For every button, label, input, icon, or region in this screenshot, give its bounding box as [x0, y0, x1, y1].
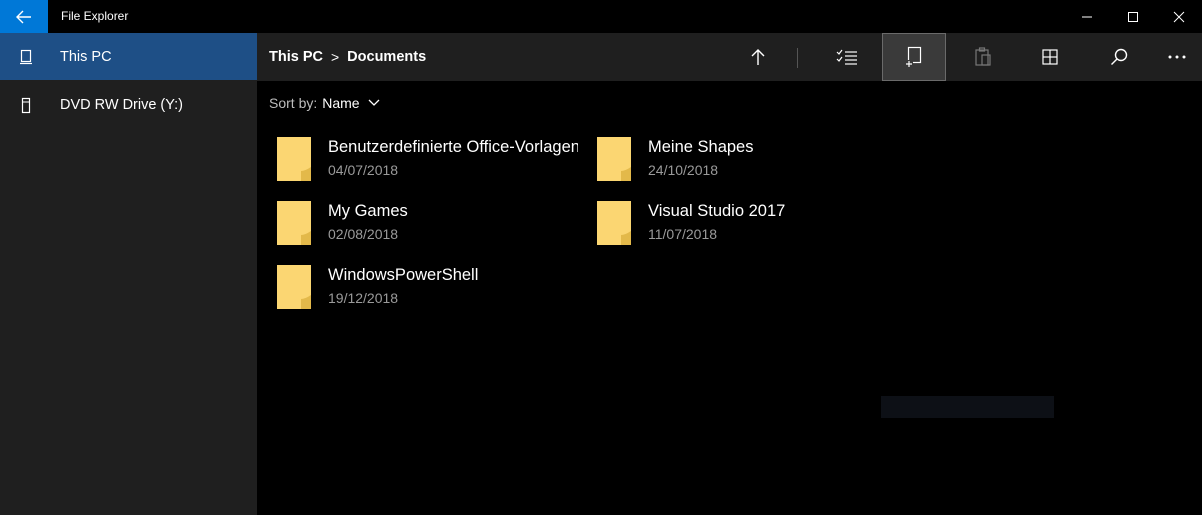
grid-view-icon: [1042, 49, 1058, 65]
view-button[interactable]: [1018, 33, 1082, 81]
toolbar: This PC > Documents: [257, 33, 1202, 81]
back-button[interactable]: [0, 0, 48, 33]
file-name: Meine Shapes: [648, 138, 754, 156]
breadcrumb-current[interactable]: Documents: [347, 49, 426, 65]
sidebar-item-label: DVD RW Drive (Y:): [60, 96, 183, 113]
list-item[interactable]: My Games 02/08/2018: [269, 196, 579, 252]
sidebar-item-this-pc[interactable]: This PC: [0, 33, 257, 80]
close-icon: [1173, 11, 1185, 22]
select-button[interactable]: [815, 33, 879, 81]
list-item[interactable]: WindowsPowerShell 19/12/2018: [269, 260, 579, 316]
file-date: 24/10/2018: [648, 162, 719, 178]
close-button[interactable]: [1156, 0, 1202, 33]
list-item[interactable]: Benutzerdefinierte Office-Vorlagen 04/07…: [269, 132, 579, 188]
sidebar: This PC DVD RW Drive (Y:): [0, 33, 257, 515]
minimize-icon: [1082, 16, 1092, 17]
paste-button[interactable]: [951, 33, 1015, 81]
file-date: 04/07/2018: [328, 162, 399, 178]
folder-icon: [277, 137, 311, 181]
file-name: WindowsPowerShell: [328, 266, 479, 284]
search-icon: [1111, 48, 1128, 65]
app-title: File Explorer: [61, 9, 129, 23]
file-name: My Games: [328, 202, 408, 220]
folder-icon: [597, 137, 631, 181]
up-button[interactable]: [726, 33, 790, 81]
breadcrumb-separator: >: [330, 49, 340, 65]
file-date: 02/08/2018: [328, 226, 399, 242]
breadcrumb: This PC > Documents: [269, 49, 426, 65]
file-name: Visual Studio 2017: [648, 202, 786, 220]
search-button[interactable]: [1087, 33, 1151, 81]
sort-control[interactable]: Sort by: Name: [269, 95, 380, 111]
faint-overlay: [881, 396, 1054, 418]
maximize-button[interactable]: [1110, 0, 1156, 33]
folder-icon: [277, 265, 311, 309]
chevron-down-icon: [368, 99, 380, 106]
sidebar-item-dvd-drive[interactable]: DVD RW Drive (Y:): [0, 81, 257, 128]
up-arrow-icon: [751, 49, 765, 65]
more-options-button[interactable]: [1145, 33, 1202, 81]
new-item-button[interactable]: [882, 33, 946, 81]
breadcrumb-root[interactable]: This PC: [269, 49, 323, 65]
sort-label: Sort by:: [269, 95, 318, 111]
maximize-icon: [1128, 11, 1138, 22]
sidebar-item-label: This PC: [60, 48, 112, 65]
sort-value: Name: [322, 95, 360, 111]
list-item[interactable]: Meine Shapes 24/10/2018: [589, 132, 899, 188]
file-date: 11/07/2018: [648, 226, 718, 242]
new-file-icon: [905, 46, 922, 68]
file-date: 19/12/2018: [328, 290, 399, 306]
title-bar: File Explorer: [0, 0, 1202, 33]
file-name: Benutzerdefinierte Office-Vorlagen: [328, 138, 578, 156]
toolbar-divider: [797, 48, 798, 68]
more-icon: [1168, 55, 1186, 59]
back-arrow-icon: [16, 10, 31, 23]
folder-icon: [597, 201, 631, 245]
folder-icon: [277, 201, 311, 245]
clipboard-icon: [975, 47, 991, 66]
list-item[interactable]: Visual Studio 2017 11/07/2018: [589, 196, 899, 252]
drive-icon: [18, 96, 34, 114]
minimize-button[interactable]: [1064, 0, 1110, 33]
checklist-icon: [836, 49, 857, 65]
computer-icon: [18, 48, 34, 66]
